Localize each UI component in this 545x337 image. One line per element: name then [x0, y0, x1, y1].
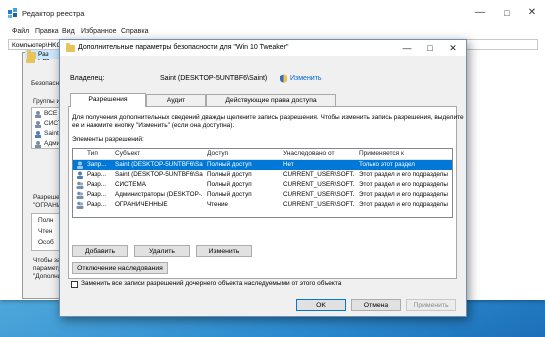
- cell-access: Полный доступ: [207, 161, 252, 168]
- cell-inherited: CURRENT_USER\SOFT...: [283, 171, 355, 178]
- column-applies[interactable]: Применяется к: [359, 150, 404, 157]
- cell-inherited: CURRENT_USER\SOFT...: [283, 191, 355, 198]
- cell-type: Разр...: [87, 201, 107, 208]
- user-icon: [35, 111, 41, 148]
- owner-label: Владелец:: [70, 75, 105, 82]
- table-row[interactable]: Разр... Saint (DESKTOP-5UNTBF6\Sai... По…: [73, 170, 452, 180]
- shield-icon: [280, 74, 287, 83]
- replace-child-permissions-checkbox[interactable]: [71, 281, 78, 288]
- user-icon: [77, 161, 83, 169]
- cell-type: Запр...: [87, 161, 107, 168]
- close-icon[interactable]: ✕: [524, 6, 540, 20]
- desktop-background: [0, 315, 545, 337]
- table-row[interactable]: Разр... Администраторы (DESKTOP-... Полн…: [73, 190, 452, 200]
- column-type[interactable]: Тип: [87, 150, 98, 157]
- info-text-line1: Для получения дополнительных сведений дв…: [72, 114, 464, 121]
- group-icon: [76, 181, 84, 189]
- cell-applies: Этот раздел и его подразделы: [359, 171, 448, 178]
- owner-value: Saint (DESKTOP-5UNTBF6\Saint): [160, 75, 268, 82]
- cell-applies: Только этот раздел: [359, 161, 415, 168]
- registry-titlebar[interactable]: Редактор реестра — □ ✕: [0, 0, 545, 26]
- table-row[interactable]: Разр... СИСТЕМА Полный доступ CURRENT_US…: [73, 180, 452, 190]
- menu-view[interactable]: Вид: [62, 28, 75, 35]
- table-row[interactable]: Разр... ОГРАНИЧЕННЫЕ Чтение CURRENT_USER…: [73, 200, 452, 210]
- replace-child-permissions-label: Заменить все записи разрешений дочернего…: [81, 280, 342, 287]
- tab-effective-access[interactable]: Действующие права доступа: [206, 94, 336, 106]
- registry-app-icon: [8, 8, 17, 18]
- column-subject[interactable]: Субъект: [115, 150, 140, 157]
- cell-subject: Saint (DESKTOP-5UNTBF6\Sai...: [115, 171, 203, 178]
- bg-groups-label: Группы и: [33, 98, 61, 105]
- table-header: Тип Субъект Доступ Унаследовано от Приме…: [73, 149, 452, 160]
- advanced-security-dialog: Дополнительные параметры безопасности дл…: [59, 39, 467, 317]
- minimize-icon[interactable]: —: [400, 42, 414, 54]
- menu-edit[interactable]: Правка: [35, 28, 59, 35]
- registry-menubar: Файл Правка Вид Избранное Справка: [0, 26, 545, 38]
- menu-favorites[interactable]: Избранное: [81, 28, 116, 35]
- cell-access: Полный доступ: [207, 171, 252, 178]
- cell-subject: Saint (DESKTOP-5UNTBF6\Sai...: [115, 161, 203, 168]
- bg-entry[interactable]: Адми: [44, 140, 60, 147]
- folder-icon: [66, 43, 75, 52]
- bg-perm-label2: "ОГРАНИ: [33, 202, 62, 209]
- permission-entries-table[interactable]: Тип Субъект Доступ Унаследовано от Приме…: [72, 148, 453, 218]
- user-icon: [77, 171, 83, 179]
- tree-selected-item[interactable]: Раз: [25, 50, 63, 59]
- bg-perm-row: Полн: [38, 217, 54, 224]
- tab-permissions[interactable]: Разрешения: [70, 93, 146, 107]
- maximize-icon[interactable]: □: [499, 6, 515, 20]
- column-inherited[interactable]: Унаследовано от: [283, 150, 334, 157]
- bg-footer: "Дополни: [33, 273, 62, 280]
- folder-icon: [27, 50, 36, 59]
- edit-button[interactable]: Изменить: [196, 245, 252, 257]
- bg-entry[interactable]: ВСЕ: [44, 110, 57, 117]
- bg-perm-row: Чтен: [38, 228, 53, 235]
- bg-footer: параметр: [33, 265, 62, 272]
- cell-access: Полный доступ: [207, 191, 252, 198]
- cell-type: Разр...: [87, 191, 107, 198]
- registry-title: Редактор реестра: [22, 9, 85, 18]
- cell-inherited: CURRENT_USER\SOFT...: [283, 181, 355, 188]
- close-icon[interactable]: ✕: [446, 42, 460, 54]
- cell-inherited: Нет: [283, 161, 294, 168]
- cell-subject: СИСТЕМА: [115, 181, 146, 188]
- entries-label: Элементы разрешений:: [72, 136, 144, 143]
- ok-button[interactable]: OK: [296, 299, 346, 311]
- cell-access: Полный доступ: [207, 181, 252, 188]
- bg-perm-row: Особ: [38, 239, 54, 246]
- dialog-titlebar[interactable]: Дополнительные параметры безопасности дл…: [60, 40, 466, 56]
- cell-subject: ОГРАНИЧЕННЫЕ: [115, 201, 168, 208]
- cancel-button[interactable]: Отмена: [351, 299, 401, 311]
- cell-applies: Этот раздел и его подразделы: [359, 201, 448, 208]
- column-access[interactable]: Доступ: [207, 150, 228, 157]
- cell-inherited: CURRENT_USER\SOFT...: [283, 201, 355, 208]
- maximize-icon[interactable]: □: [423, 42, 437, 54]
- cell-applies: Этот раздел и его подразделы: [359, 181, 448, 188]
- minimize-icon[interactable]: —: [472, 6, 488, 20]
- tab-audit[interactable]: Аудит: [146, 94, 206, 106]
- tree-item-label: Раз: [38, 51, 49, 58]
- apply-button[interactable]: Применить: [406, 299, 456, 311]
- cell-subject: Администраторы (DESKTOP-...: [115, 191, 203, 198]
- menu-help[interactable]: Справка: [121, 28, 148, 35]
- table-row[interactable]: Запр... Saint (DESKTOP-5UNTBF6\Sai... По…: [73, 160, 452, 170]
- cell-type: Разр...: [87, 171, 107, 178]
- cell-applies: Этот раздел и его подразделы: [359, 191, 448, 198]
- info-text-line2: ее и нажмите кнопку "Изменить" (если она…: [72, 122, 235, 129]
- cell-access: Чтение: [207, 201, 229, 208]
- cell-type: Разр...: [87, 181, 107, 188]
- group-icon: [76, 201, 84, 209]
- bg-entry[interactable]: Saint: [44, 130, 59, 137]
- group-icon: [76, 191, 84, 199]
- menu-file[interactable]: Файл: [12, 28, 29, 35]
- disable-inheritance-button[interactable]: Отключение наследования: [72, 262, 168, 274]
- remove-button[interactable]: Удалить: [134, 245, 190, 257]
- dialog-title: Дополнительные параметры безопасности дл…: [78, 44, 289, 51]
- add-button[interactable]: Добавить: [72, 245, 128, 257]
- owner-change-link[interactable]: Изменить: [290, 75, 322, 82]
